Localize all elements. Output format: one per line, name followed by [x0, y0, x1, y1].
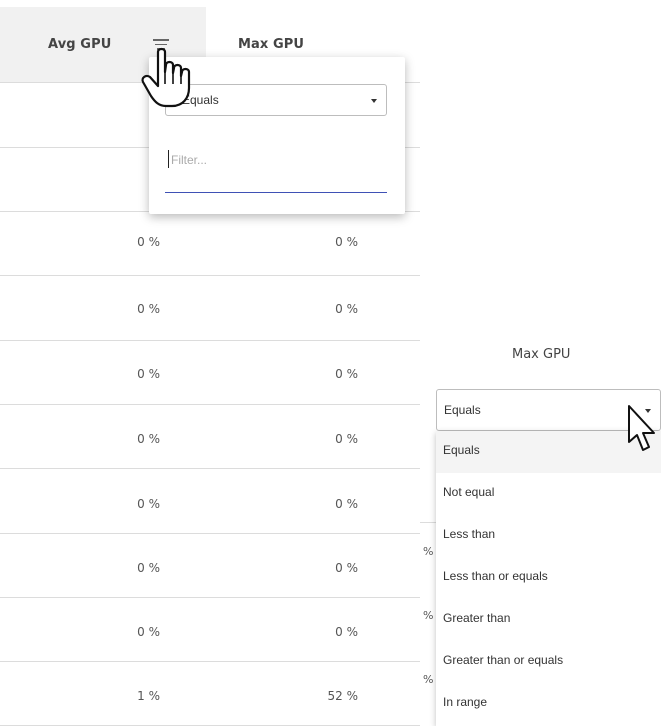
- row-divider: [0, 597, 420, 598]
- row-divider: [0, 468, 420, 469]
- caret-down-icon: [371, 99, 377, 103]
- header-max-gpu-label[interactable]: Max GPU: [238, 37, 304, 52]
- header-avg-gpu-label: Avg GPU: [48, 37, 112, 52]
- cell-max-gpu: 0 %: [335, 497, 358, 511]
- operator-options-list: Equals Not equal Less than Less than or …: [436, 431, 661, 726]
- option-not-equal[interactable]: Not equal: [436, 473, 661, 515]
- option-in-range[interactable]: In range: [436, 683, 661, 725]
- header-max-gpu-label: Max GPU: [512, 347, 571, 362]
- hand-pointer-icon: [141, 47, 191, 108]
- option-less-than[interactable]: Less than: [436, 515, 661, 557]
- text-cursor: [168, 150, 169, 168]
- option-greater-than-or-equals[interactable]: Greater than or equals: [436, 641, 661, 683]
- arrow-pointer-icon: [628, 405, 655, 451]
- cell-avg-gpu: 1: [80, 174, 160, 188]
- row-divider: [0, 340, 420, 341]
- row-divider: [0, 661, 420, 662]
- cell-avg-gpu: 0 %: [137, 302, 160, 316]
- cell-avg-gpu: 0 %: [137, 497, 160, 511]
- cell-max-gpu: 52 %: [327, 689, 359, 703]
- cell-max-gpu: 0 %: [335, 432, 358, 446]
- cell-max-gpu: 0 %: [335, 302, 358, 316]
- cell-max-gpu: 0 %: [335, 625, 358, 639]
- cell-avg-gpu: 0 %: [137, 561, 160, 575]
- filter-value-input[interactable]: Filter...: [165, 145, 387, 193]
- cell-max-gpu: 0 %: [335, 235, 358, 249]
- filter-placeholder: Filter...: [171, 153, 208, 167]
- cell-avg-gpu: 0: [80, 109, 160, 123]
- cell-max-gpu: 0 %: [335, 561, 358, 575]
- cell-avg-gpu: 0 %: [137, 235, 160, 249]
- row-divider: [0, 275, 420, 276]
- row-divider: [0, 404, 420, 405]
- cell-max-gpu: 0 %: [335, 367, 358, 381]
- filter-operator-select[interactable]: Equals: [165, 84, 387, 116]
- operator-dropdown-panel: Max GPU Equals Equals Not equal Less tha…: [420, 327, 661, 726]
- cell-avg-gpu: 1 %: [137, 689, 160, 703]
- cell-avg-gpu: 0 %: [137, 625, 160, 639]
- operator-select-value: Equals: [444, 403, 481, 417]
- option-less-than-or-equals[interactable]: Less than or equals: [436, 557, 661, 599]
- cell-avg-gpu: 0 %: [137, 432, 160, 446]
- row-divider: [0, 533, 420, 534]
- option-greater-than[interactable]: Greater than: [436, 599, 661, 641]
- cell-avg-gpu: 0 %: [137, 367, 160, 381]
